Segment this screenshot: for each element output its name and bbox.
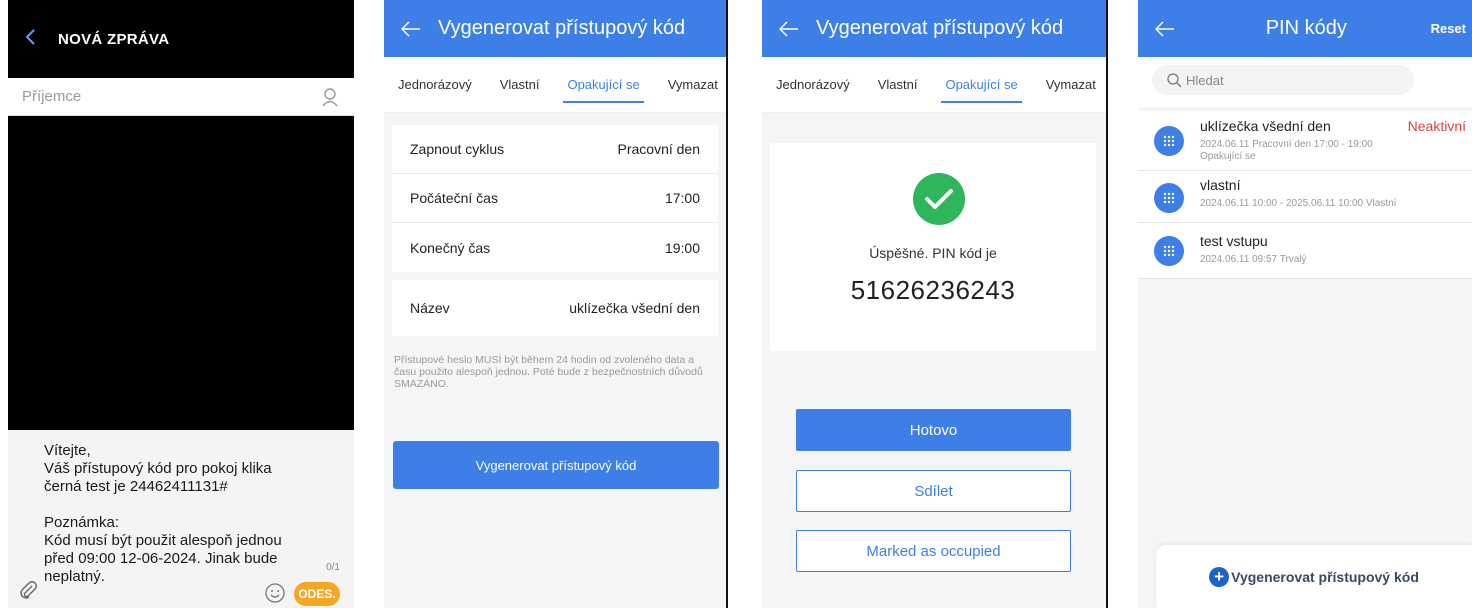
security-note: Přístupové heslo MUSÍ být během 24 hodin… bbox=[394, 354, 703, 390]
end-time-row[interactable]: Konečný čas 19:00 bbox=[392, 223, 718, 272]
app-header: Vygenerovat přístupový kód bbox=[762, 0, 1106, 57]
row-label: Konečný čas bbox=[410, 239, 491, 256]
send-button[interactable]: ODES. bbox=[294, 582, 340, 606]
conversation-area bbox=[8, 116, 354, 430]
app-header: Vygenerovat přístupový kód bbox=[384, 0, 726, 57]
item-name: vlastní bbox=[1200, 177, 1241, 193]
item-name: test vstupu bbox=[1200, 233, 1268, 249]
done-button[interactable]: Hotovo bbox=[796, 409, 1071, 451]
search-icon bbox=[1167, 73, 1182, 88]
success-message: Úspěšné. PIN kód je bbox=[869, 245, 997, 261]
tab-bar: Jednorázový Vlastní Opakující se Vymazat bbox=[762, 57, 1106, 113]
row-value: 19:00 bbox=[664, 239, 700, 256]
generate-button[interactable]: Vygenerovat přístupový kód bbox=[393, 441, 719, 489]
page-title: Vygenerovat přístupový kód bbox=[816, 17, 1064, 39]
compose-area: Vítejte, Váš přístupový kód pro pokoj kl… bbox=[8, 430, 354, 608]
search-placeholder: Hledat bbox=[1186, 72, 1224, 88]
generate-code-button[interactable]: + Vygenerovat přístupový kód bbox=[1156, 545, 1472, 608]
sms-screen: NOVÁ ZPRÁVA Příjemce Vítejte, Váš přístu… bbox=[8, 0, 354, 608]
row-label: Počáteční čas bbox=[410, 190, 498, 206]
sms-counter: 0/1 bbox=[326, 562, 340, 573]
row-value: 17:00 bbox=[664, 190, 700, 206]
success-check-icon bbox=[913, 173, 965, 225]
start-time-row[interactable]: Počáteční čas 17:00 bbox=[392, 174, 718, 223]
search-input[interactable]: Hledat bbox=[1152, 65, 1414, 95]
message-input[interactable]: Vítejte, Váš přístupový kód pro pokoj kl… bbox=[44, 442, 284, 586]
list-item[interactable]: vlastní 2024.06.11 10:00 - 2025.06.11 10… bbox=[1138, 171, 1472, 223]
keypad-icon bbox=[1154, 126, 1184, 156]
page-title: PIN kódy bbox=[1265, 17, 1347, 39]
tab-custom[interactable]: Vlastní bbox=[486, 57, 554, 113]
tab-one-time[interactable]: Jednorázový bbox=[384, 57, 486, 113]
back-arrow-icon[interactable] bbox=[762, 21, 816, 37]
pin-code: 51626236243 bbox=[850, 275, 1016, 305]
list-item[interactable]: test vstupu 2024.06.11 09:57 Trvalý bbox=[1138, 223, 1472, 279]
back-icon[interactable] bbox=[24, 26, 58, 52]
item-detail: 2024.06.11 10:00 - 2025.06.11 10:00 Vlas… bbox=[1200, 198, 1397, 209]
item-type: Opakující se bbox=[1200, 151, 1256, 162]
row-value: Pracovní den bbox=[617, 141, 701, 157]
pin-list-screen: PIN kódy Reset Hledat uklízečka všední d… bbox=[1138, 0, 1472, 608]
item-name: uklízečka všední den bbox=[1200, 118, 1331, 134]
schedule-card: Zapnout cyklus Pracovní den Počáteční ča… bbox=[392, 125, 718, 272]
app-header: PIN kódy Reset bbox=[1138, 0, 1472, 57]
share-button[interactable]: Sdílet bbox=[796, 470, 1071, 512]
plus-circle-icon: + bbox=[1209, 566, 1230, 587]
keypad-icon bbox=[1154, 236, 1184, 266]
status-badge: Neaktivní bbox=[1407, 118, 1466, 134]
tab-one-time[interactable]: Jednorázový bbox=[762, 57, 864, 113]
tab-delete[interactable]: Vymazat bbox=[654, 57, 718, 113]
name-card: Název uklízečka všední den bbox=[392, 280, 718, 336]
search-bar: Hledat bbox=[1138, 57, 1472, 107]
recipient-placeholder: Příjemce bbox=[22, 88, 82, 105]
cycle-row[interactable]: Zapnout cyklus Pracovní den bbox=[392, 125, 718, 174]
page-title: Vygenerovat přístupový kód bbox=[438, 17, 686, 39]
pin-list: uklízečka všední den Neaktivní 2024.06.1… bbox=[1138, 111, 1472, 279]
result-card: Úspěšné. PIN kód je 51626236243 bbox=[770, 143, 1096, 351]
keypad-icon bbox=[1154, 183, 1184, 213]
sms-header: NOVÁ ZPRÁVA bbox=[8, 0, 354, 78]
row-label: Název bbox=[410, 300, 450, 316]
tab-recurring[interactable]: Opakující se bbox=[931, 57, 1031, 113]
tab-recurring[interactable]: Opakující se bbox=[553, 57, 653, 113]
list-item[interactable]: uklízečka všední den Neaktivní 2024.06.1… bbox=[1138, 111, 1472, 171]
tab-delete[interactable]: Vymazat bbox=[1032, 57, 1096, 113]
page-title: NOVÁ ZPRÁVA bbox=[58, 30, 170, 48]
back-arrow-icon[interactable] bbox=[384, 21, 438, 37]
recipient-field[interactable]: Příjemce bbox=[8, 78, 354, 116]
row-label: Zapnout cyklus bbox=[410, 141, 505, 157]
generate-form-screen: Vygenerovat přístupový kód Jednorázový V… bbox=[384, 0, 728, 608]
mark-occupied-button[interactable]: Marked as occupied bbox=[796, 530, 1071, 572]
tab-bar: Jednorázový Vlastní Opakující se Vymazat bbox=[384, 57, 726, 113]
emoji-icon[interactable] bbox=[264, 582, 286, 604]
tab-custom[interactable]: Vlastní bbox=[864, 57, 932, 113]
reset-button[interactable]: Reset bbox=[1431, 21, 1472, 36]
item-detail: 2024.06.11 09:57 Trvalý bbox=[1200, 254, 1307, 265]
contact-icon[interactable] bbox=[320, 87, 340, 107]
item-detail: 2024.06.11 Pracovní den 17:00 - 19:00 bbox=[1200, 139, 1373, 150]
generate-label: Vygenerovat přístupový kód bbox=[1231, 568, 1419, 585]
name-row[interactable]: Název uklízečka všední den bbox=[392, 280, 718, 336]
success-screen: Vygenerovat přístupový kód Jednorázový V… bbox=[762, 0, 1108, 608]
attach-icon[interactable] bbox=[18, 580, 38, 600]
row-value: uklízečka všední den bbox=[569, 300, 700, 316]
